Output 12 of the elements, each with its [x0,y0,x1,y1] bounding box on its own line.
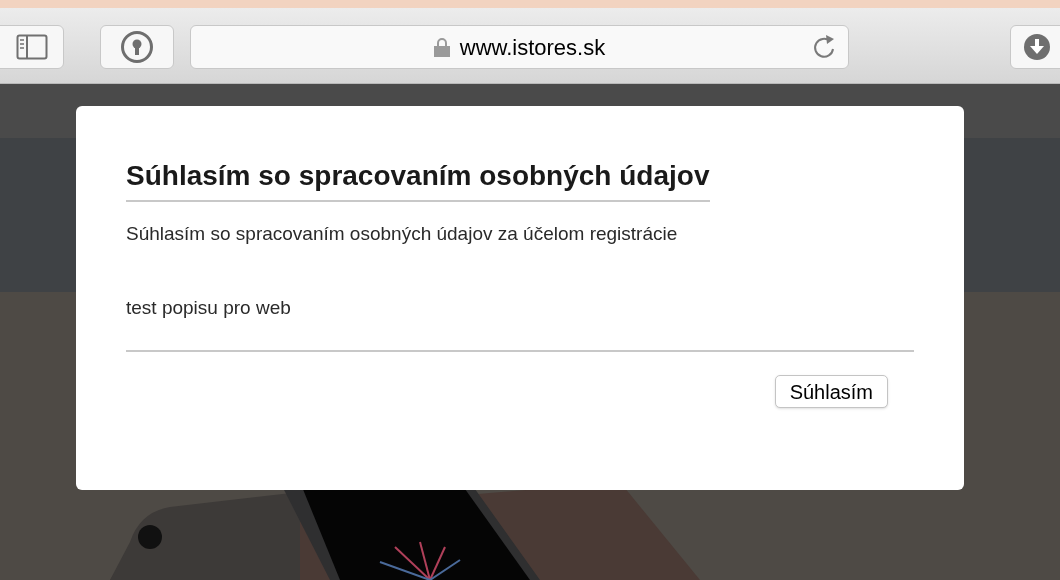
agree-button[interactable]: Súhlasím [774,375,888,408]
download-icon [1023,33,1051,61]
dialog-title: Súhlasím so spracovaním osobných údajov [126,159,710,193]
password-button[interactable] [100,25,174,69]
reload-icon[interactable] [812,34,836,60]
sidebar-button[interactable] [0,25,64,69]
dialog-text: test popisu pro web [126,296,292,320]
keyhole-icon [120,30,154,64]
address-bar[interactable]: www.istores.sk [190,25,849,69]
url-text: www.istores.sk [459,33,606,62]
sidebar-icon [16,34,48,60]
dialog-text: Súhlasím so spracovaním osobných údajov za účelom registrácie [126,222,679,246]
